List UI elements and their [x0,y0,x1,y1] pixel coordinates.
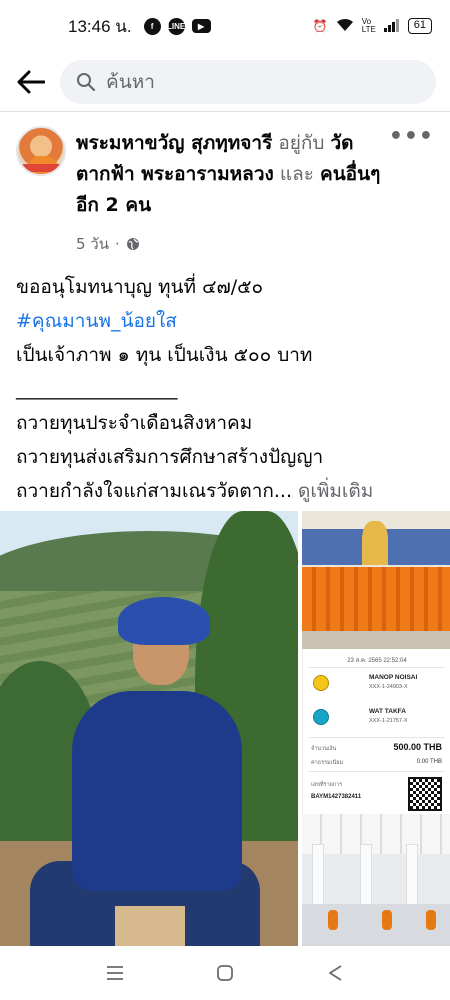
slip-fee-label: ค่าธรรมเนียม [311,760,344,766]
battery-icon: 61 [407,18,432,34]
photo-person-hat [118,597,210,645]
facebook-icon: f [143,17,161,35]
search-placeholder: ค้นหา [106,70,155,93]
back-triangle-icon [329,965,342,981]
slip-from-account: XXX-1-24903-X [369,684,408,690]
post-line: เป็นเจ้าภาพ ๑ ทุน เป็นเงิน ๕๐๐ บาท [16,344,313,366]
slip-from-name: MANOP NOISAI [369,674,418,681]
slip-to-account: XXX-1-21757-X [369,718,408,724]
post-attribution: พระมหาขวัญ สุภทฺทจารี อยู่กับ วัดตากฟ้า … [76,128,401,221]
recent-apps-icon [107,966,123,980]
with-word: อยู่กับ [278,132,325,154]
photo-novice [382,910,392,930]
transfer-slip[interactable]: 23 ส.ค. 2565 22:52:04 MANOP NOISAI XXX-1… [302,649,450,814]
photo-novices [302,567,450,637]
status-bar: 13:46 น. f LINE ▶ ⏰ Vo LTE 61 [0,0,450,52]
hashtag-link[interactable]: #คุณมานพ_น้อยใส [16,304,436,338]
and-word: และ [279,163,314,185]
photo-man-in-orchard[interactable] [0,511,298,946]
post-line: ถวายกำลังใจแก่สามเณรวัดตาก... [16,480,292,502]
line-icon: LINE [167,17,185,35]
back-nav-button[interactable] [315,953,355,993]
back-arrow-icon [17,70,45,93]
avatar-banner [22,164,62,172]
post-line: ถวายทุนส่งเสริมการศึกษาสร้างปัญญา [16,446,324,468]
post-line: ถวายทุนประจำเดือนสิงหาคม [16,412,253,434]
photo-person-shirt [72,691,242,891]
back-button[interactable] [14,65,48,99]
search-header: ค้นหา [0,52,450,112]
post-line: ขออนุโมทนาบุญ ทุนที่ ๔๗/๕๐ [16,276,264,298]
author-name[interactable]: พระมหาขวัญ สุภทฺทจารี [76,132,272,154]
photo-buddha [362,521,388,565]
status-right: ⏰ Vo LTE 61 [313,18,432,35]
photo-column: 23 ส.ค. 2565 22:52:04 MANOP NOISAI XXX-1… [302,511,450,946]
search-input[interactable]: ค้นหา [60,59,436,104]
bank-logo-icon [313,675,329,691]
photo-grid: 23 ส.ค. 2565 22:52:04 MANOP NOISAI XXX-1… [0,511,450,946]
slip-amount: 500.00 THB [393,742,442,752]
slip-ref-label: เลขที่รายการ [311,782,343,788]
more-options-icon[interactable]: ••• [389,124,434,149]
globe-icon [126,238,139,250]
photo-novice [328,910,338,930]
home-icon [217,965,233,981]
photo-stool [115,906,185,946]
slip-date: 23 ส.ค. 2565 22:52:04 [347,658,407,664]
meta-separator: · [115,235,120,253]
slip-amount-label: จำนวนเงิน [311,746,337,752]
qr-code-icon [408,777,442,811]
slip-to-name: WAT TAKFA [369,708,406,715]
youtube-icon: ▶ [191,19,211,33]
avatar[interactable] [16,126,66,176]
slip-fee: 0.00 THB [416,759,442,765]
post-divider-line: _________________ [16,378,178,400]
system-nav-bar [0,946,450,1000]
status-time: 13:46 น. [68,16,132,36]
bank-logo-icon [313,709,329,725]
photo-dining-hall[interactable] [302,814,450,946]
see-more-link[interactable]: ดูเพิ่มเติม [298,480,373,502]
photo-monks-group[interactable] [302,511,450,649]
alarm-icon: ⏰ [312,19,328,33]
photo-novice [426,910,436,930]
recent-apps-button[interactable] [95,953,135,993]
slip-divider [309,667,445,668]
search-icon [77,72,96,91]
photo-ceiling [302,814,450,854]
slip-divider [309,737,445,738]
post-meta: 5 วัน · [76,232,140,256]
wifi-icon [336,18,354,35]
photo-floor [302,631,450,649]
post-time[interactable]: 5 วัน [76,232,109,256]
home-button[interactable] [205,953,245,993]
post-text: ขออนุโมทนาบุญ ทุนที่ ๔๗/๕๐ #คุณมานพ_น้อย… [16,270,436,508]
notification-icons: f LINE ▶ [143,17,211,35]
slip-ref: BAYM1427382411 [311,794,362,800]
post-line-last: ถวายกำลังใจแก่สามเณรวัดตาก... ดูเพิ่มเติ… [16,474,436,508]
slip-divider [309,771,445,772]
signal-icon [383,18,400,35]
network-label: Vo LTE [361,17,376,34]
